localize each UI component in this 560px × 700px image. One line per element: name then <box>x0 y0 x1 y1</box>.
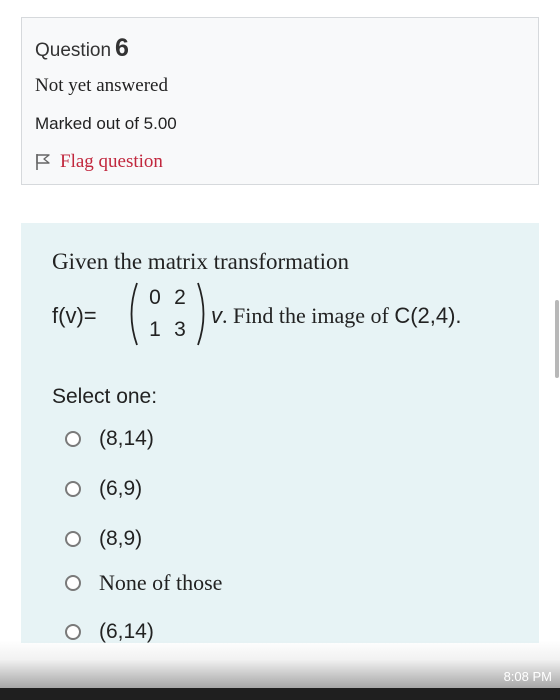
status-time: 8:08 PM <box>503 669 552 684</box>
question-info-panel: Question 6 Not yet answered Marked out of… <box>21 17 539 185</box>
spacer <box>21 185 539 223</box>
prompt-text: . Find the image of <box>222 303 389 328</box>
answer-option-label: None of those <box>99 570 223 595</box>
matrix-formula: f(v)= 0 2 1 3 v. Find the image of C(2,4… <box>52 282 522 347</box>
radio-button[interactable] <box>65 481 81 497</box>
function-label: f(v)= <box>52 303 97 328</box>
answer-option-label: (8,14) <box>99 427 154 450</box>
question-label: Question <box>35 40 112 61</box>
question-content-panel: Given the matrix transformation f(v)= 0 … <box>21 223 539 643</box>
answer-option[interactable]: (6,9) <box>65 477 142 501</box>
vector-symbol: v <box>211 303 222 328</box>
question-marks: Marked out of 5.00 <box>35 114 177 133</box>
question-number: 6 <box>115 34 129 62</box>
question-prompt: v. Find the image of C(2,4). <box>211 303 462 329</box>
matrix-cell: 1 <box>149 318 161 341</box>
status-bar <box>0 688 560 700</box>
flag-question-link[interactable]: Flag question <box>35 151 163 173</box>
matrix-cell: 2 <box>174 286 186 309</box>
flag-icon <box>36 154 50 170</box>
question-state: Not yet answered <box>35 75 168 96</box>
matrix-cell: 0 <box>149 286 161 309</box>
answer-option[interactable]: (8,14) <box>65 427 154 451</box>
left-paren <box>130 282 138 346</box>
radio-button[interactable] <box>65 624 81 640</box>
matrix-cell: 3 <box>174 318 186 341</box>
flag-question-label: Flag question <box>60 151 163 172</box>
bottom-shadow <box>0 640 560 688</box>
answer-option[interactable]: None of those <box>65 570 222 596</box>
radio-button[interactable] <box>65 431 81 447</box>
question-intro: Given the matrix transformation <box>52 249 350 274</box>
radio-button[interactable] <box>65 575 81 591</box>
answer-option[interactable]: (8,9) <box>65 527 142 551</box>
point-label: C(2,4). <box>394 303 462 328</box>
question-number-heading: Question 6 <box>35 34 129 63</box>
answer-option-label: (6,9) <box>99 477 143 500</box>
answer-option-label: (8,9) <box>99 527 143 550</box>
scrollbar-thumb[interactable] <box>555 300 559 378</box>
select-one-label: Select one: <box>52 385 158 408</box>
radio-button[interactable] <box>65 531 81 547</box>
right-paren <box>197 282 205 346</box>
